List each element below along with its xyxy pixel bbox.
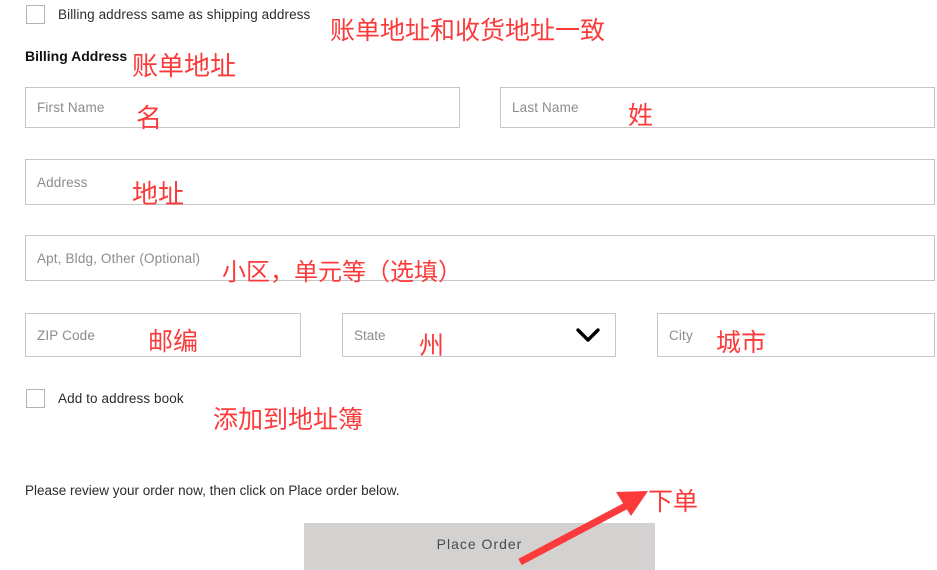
add-to-address-book-label: Add to address book xyxy=(58,391,184,406)
address-input[interactable]: Address xyxy=(25,159,935,205)
last-name-placeholder: Last Name xyxy=(512,100,579,115)
address-placeholder: Address xyxy=(37,174,88,190)
billing-same-as-shipping-label: Billing address same as shipping address xyxy=(58,7,311,22)
annotation-place-order: 下单 xyxy=(648,487,699,516)
billing-same-as-shipping-checkbox[interactable] xyxy=(26,5,45,24)
state-select[interactable]: State xyxy=(342,313,616,357)
add-to-address-book-checkbox[interactable] xyxy=(26,389,45,408)
last-name-input[interactable]: Last Name xyxy=(500,87,935,128)
add-to-address-book-row[interactable]: Add to address book xyxy=(26,389,184,408)
apt-input[interactable]: Apt, Bldg, Other (Optional) xyxy=(25,235,935,281)
annotation-address-book: 添加到地址簿 xyxy=(213,405,364,434)
page-title: Billing Address xyxy=(25,48,128,64)
place-order-button-label: Place Order xyxy=(436,536,523,552)
first-name-input[interactable]: First Name xyxy=(25,87,460,128)
city-placeholder: City xyxy=(669,327,693,343)
billing-same-as-shipping-row[interactable]: Billing address same as shipping address xyxy=(26,5,310,24)
first-name-placeholder: First Name xyxy=(37,100,105,115)
state-placeholder: State xyxy=(354,327,386,343)
annotation-billing-same: 账单地址和收货地址一致 xyxy=(330,16,606,45)
apt-placeholder: Apt, Bldg, Other (Optional) xyxy=(37,250,201,266)
review-order-note: Please review your order now, then click… xyxy=(25,483,400,498)
place-order-button[interactable]: Place Order xyxy=(304,523,655,570)
zip-code-placeholder: ZIP Code xyxy=(37,327,95,343)
annotation-billing-address: 账单地址 xyxy=(132,52,237,82)
city-input[interactable]: City xyxy=(657,313,935,357)
chevron-down-icon xyxy=(575,327,601,343)
zip-code-input[interactable]: ZIP Code xyxy=(25,313,301,357)
checkout-billing-address-screen: Billing address same as shipping address… xyxy=(0,0,937,570)
